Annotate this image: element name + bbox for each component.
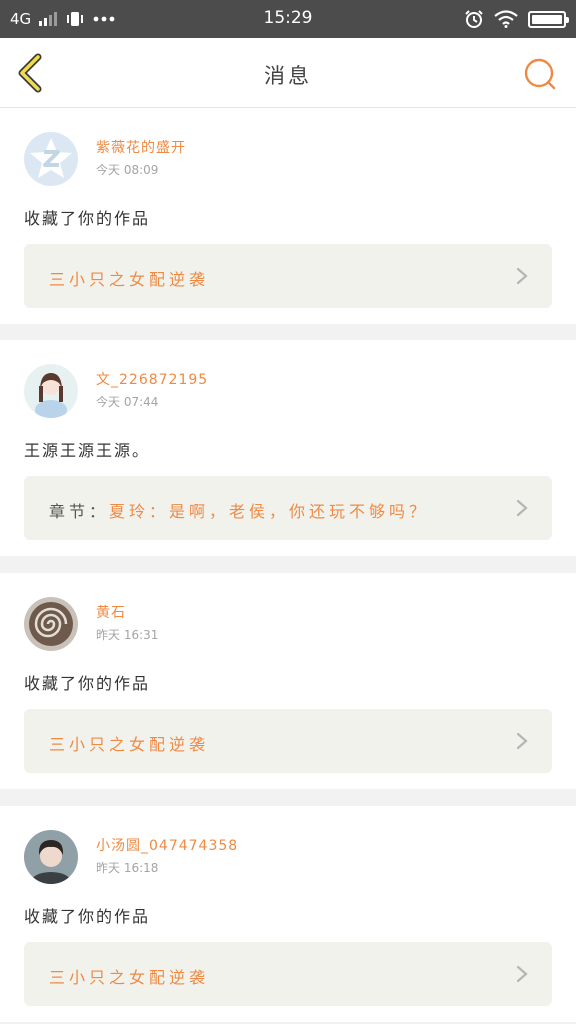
- back-button[interactable]: [10, 50, 54, 96]
- avatar[interactable]: [24, 364, 78, 418]
- spiral-avatar-icon: [24, 597, 78, 651]
- search-icon: [524, 58, 556, 90]
- avatar[interactable]: [24, 132, 78, 186]
- work-reference-link[interactable]: 三小只之女配逆袭: [24, 942, 552, 1006]
- message-text: 王源王源王源。: [24, 441, 151, 460]
- username[interactable]: 黄石: [96, 602, 126, 622]
- qq-zone-avatar-icon: [24, 132, 78, 186]
- status-right: [464, 9, 569, 29]
- boy-avatar-icon: [24, 830, 78, 884]
- reference-text: 章节：夏玲：是啊，老侯，你还玩不够吗？: [49, 498, 429, 522]
- reference-title: 三小只之女配逆袭: [49, 735, 210, 754]
- message-time: 今天 07:44: [96, 395, 159, 409]
- girl-avatar-icon: [24, 364, 78, 418]
- message-card: 小汤圆_047474358 昨天 16:18 收藏了你的作品 三小只之女配逆袭: [0, 806, 576, 1022]
- username[interactable]: 小汤圆_047474358: [96, 835, 238, 855]
- avatar[interactable]: [24, 830, 78, 884]
- username[interactable]: 文_226872195: [96, 369, 208, 389]
- reference-title: 三小只之女配逆袭: [49, 270, 210, 289]
- message-card: 黄石 昨天 16:31 收藏了你的作品 三小只之女配逆袭: [0, 573, 576, 789]
- message-card: 文_226872195 今天 07:44 王源王源王源。 章节：夏玲：是啊，老侯…: [0, 340, 576, 556]
- chevron-right-icon: [516, 267, 528, 285]
- alarm-icon: [465, 10, 483, 28]
- message-time: 今天 08:09: [96, 163, 159, 177]
- reference-prefix: 章节：: [49, 502, 110, 521]
- message-time: 昨天 16:18: [96, 861, 159, 875]
- chapter-reference-link[interactable]: 章节：夏玲：是啊，老侯，你还玩不够吗？: [24, 476, 552, 540]
- page-title: 消息: [264, 64, 312, 88]
- reference-text: 三小只之女配逆袭: [49, 731, 209, 755]
- nav-bar: 消息: [0, 38, 576, 108]
- work-reference-link[interactable]: 三小只之女配逆袭: [24, 709, 552, 773]
- work-reference-link[interactable]: 三小只之女配逆袭: [24, 244, 552, 308]
- username[interactable]: 紫薇花的盛开: [96, 137, 186, 157]
- search-button[interactable]: [520, 54, 560, 94]
- status-bar: 4G 15:29: [0, 0, 576, 38]
- chevron-right-icon: [516, 499, 528, 517]
- reference-text: 三小只之女配逆袭: [49, 964, 209, 988]
- battery-icon: [528, 10, 569, 28]
- message-text: 收藏了你的作品: [24, 209, 151, 228]
- message-text: 收藏了你的作品: [24, 674, 151, 693]
- chevron-right-icon: [516, 732, 528, 750]
- message-card: 紫薇花的盛开 今天 08:09 收藏了你的作品 三小只之女配逆袭: [0, 108, 576, 324]
- chevron-right-icon: [516, 965, 528, 983]
- reference-title: 夏玲：是啊，老侯，你还玩不够吗？: [109, 502, 430, 521]
- avatar[interactable]: [24, 597, 78, 651]
- chevron-left-icon: [18, 53, 42, 93]
- wifi-icon: [494, 10, 518, 28]
- message-time: 昨天 16:31: [96, 628, 159, 642]
- message-text: 收藏了你的作品: [24, 907, 151, 926]
- reference-text: 三小只之女配逆袭: [49, 266, 209, 290]
- reference-title: 三小只之女配逆袭: [49, 968, 210, 987]
